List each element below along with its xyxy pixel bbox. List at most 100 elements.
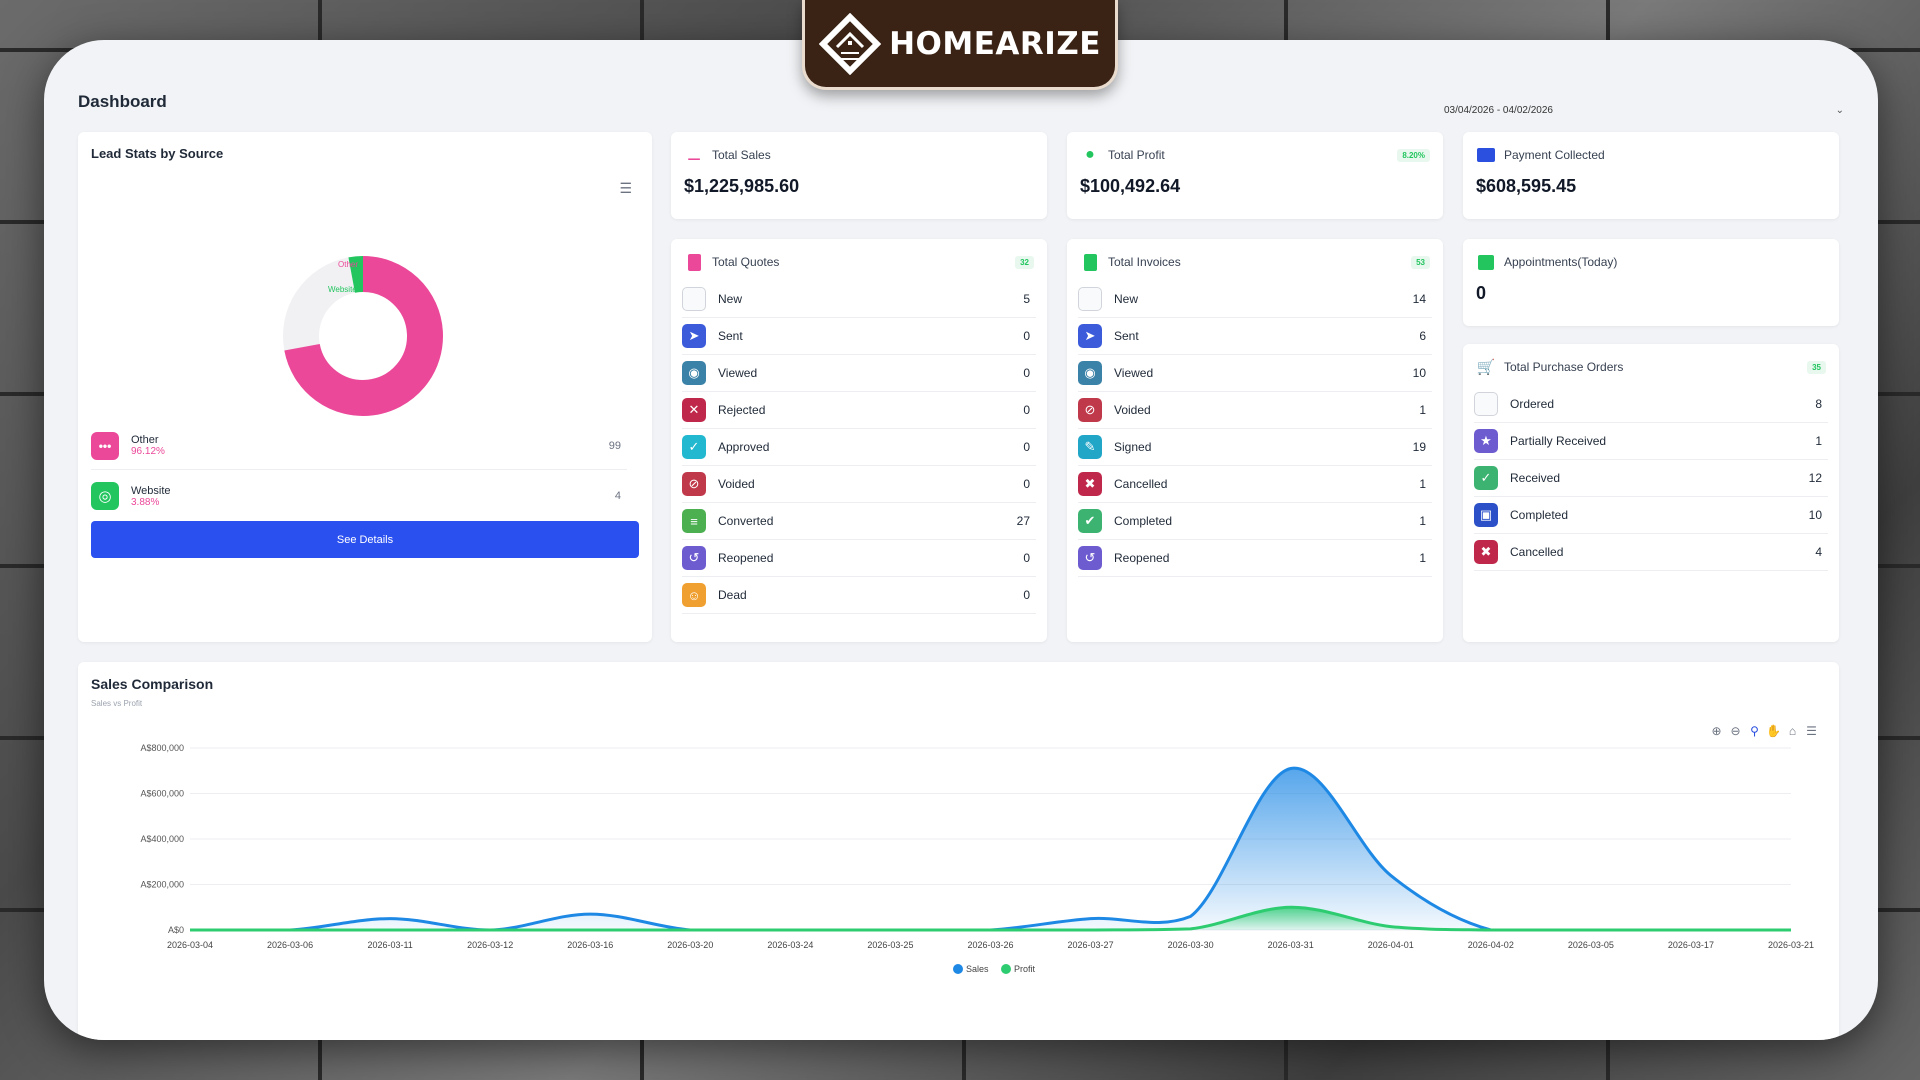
- status-count: 1: [1815, 434, 1822, 448]
- status-label: Cancelled: [1510, 545, 1564, 559]
- appointments-value: 0: [1476, 283, 1487, 303]
- x-tick-label: 2026-03-16: [567, 940, 613, 950]
- status-row-reopened[interactable]: ↺ Reopened 1: [1078, 540, 1432, 577]
- status-label: Dead: [718, 588, 747, 602]
- lead-count: 4: [614, 490, 621, 502]
- status-row-sent[interactable]: ➤ Sent 6: [1078, 318, 1432, 355]
- purchase-orders-list: Ordered 8 ★ Partially Received 1 ✓ Received 12 ▣…: [1463, 386, 1839, 571]
- status-count: 4: [1815, 545, 1822, 559]
- status-row-voided[interactable]: ⊘ Voided 0: [682, 466, 1036, 503]
- payment-collected-card: Payment Collected $608,595.45: [1463, 132, 1839, 219]
- wallet-icon: [1476, 146, 1496, 164]
- status-row-viewed[interactable]: ◉ Viewed 0: [682, 355, 1036, 392]
- series-line-sales[interactable]: [189, 766, 1791, 932]
- total-profit-card: ● Total Profit 8.20% $100,492.64: [1067, 132, 1443, 219]
- invoice-icon: [1080, 253, 1100, 271]
- sales-chart: A$0 A$200,000 A$400,000 A$600,000 A$800,000 2…: [140, 743, 1814, 974]
- lead-stats-title: Lead Stats by Source: [91, 146, 224, 161]
- date-range-picker[interactable]: 03/04/2026 - 04/02/2026 ⌄: [1444, 100, 1844, 120]
- purchase-orders-card: 🛒 Total Purchase Orders 35 Ordered 8 ★ Part…: [1463, 344, 1839, 642]
- status-count: 19: [1412, 440, 1426, 454]
- status-row-partially-received[interactable]: ★ Partially Received 1: [1474, 423, 1828, 460]
- undo-icon: ↺: [1078, 546, 1102, 570]
- x-tick-label: 2026-04-02: [1468, 940, 1514, 950]
- x-tick-label: 2026-03-05: [1568, 940, 1614, 950]
- chart-menu-icon[interactable]: ☰: [619, 180, 632, 197]
- status-label: Ordered: [1510, 397, 1555, 411]
- globe-icon: ◎: [91, 482, 119, 510]
- status-row-sent[interactable]: ➤ Sent 0: [682, 318, 1036, 355]
- status-label: Voided: [718, 477, 755, 491]
- lead-percent: 3.88%: [131, 496, 160, 508]
- lead-row-other: ••• Other 96.12% 99: [91, 422, 627, 470]
- status-row-completed[interactable]: ✔ Completed 1: [1078, 503, 1432, 540]
- status-label: Partially Received: [1510, 434, 1607, 448]
- x-tick-label: 2026-03-30: [1168, 940, 1214, 950]
- status-row-voided[interactable]: ⊘ Voided 1: [1078, 392, 1432, 429]
- piggy-bank-icon: ●: [1085, 146, 1095, 163]
- status-count: 27: [1016, 514, 1030, 528]
- status-row-received[interactable]: ✓ Received 12: [1474, 460, 1828, 497]
- x-tick-label: 2026-03-04: [167, 940, 213, 950]
- status-row-new[interactable]: New 14: [1078, 281, 1432, 318]
- status-row-new[interactable]: New 5: [682, 281, 1036, 318]
- total-sales-value: $1,225,985.60: [684, 176, 800, 196]
- brand-logo: HOMEARIZE: [802, 0, 1118, 90]
- cart-icon: 🛒: [1476, 359, 1496, 376]
- x-tick-label: 2026-03-31: [1268, 940, 1314, 950]
- status-row-reopened[interactable]: ↺ Reopened 0: [682, 540, 1036, 577]
- y-tick-label: A$200,000: [140, 880, 184, 890]
- close-icon: ✖: [1078, 472, 1102, 496]
- status-row-converted[interactable]: ≡ Converted 27: [682, 503, 1036, 540]
- x-tick-label: 2026-03-25: [867, 940, 913, 950]
- status-label: New: [718, 292, 743, 306]
- legend-marker-profit[interactable]: [1001, 964, 1011, 974]
- status-row-signed[interactable]: ✎ Signed 19: [1078, 429, 1432, 466]
- lead-name: Website: [131, 484, 171, 497]
- status-label: Signed: [1114, 440, 1152, 454]
- status-label: Reopened: [718, 551, 774, 565]
- y-tick-label: A$400,000: [140, 834, 184, 844]
- quotes-list: New 5 ➤ Sent 0 ◉ Viewed 0 ✕ Rejected 0 ✓ Approved 0 ⊘ V…: [671, 281, 1047, 614]
- file-icon: [682, 287, 706, 311]
- status-label: New: [1114, 292, 1139, 306]
- status-count: 14: [1412, 292, 1426, 306]
- status-count: 0: [1023, 551, 1030, 565]
- x-tick-label: 2026-03-11: [367, 940, 412, 950]
- status-label: Sent: [1114, 329, 1139, 343]
- signature-icon: ✎: [1078, 435, 1102, 459]
- lead-count: 99: [608, 439, 621, 452]
- brand-name: HOMEARIZE: [889, 25, 1101, 62]
- status-label: Voided: [1114, 403, 1151, 417]
- page-title: Dashboard: [78, 92, 167, 111]
- status-count: 6: [1419, 329, 1426, 343]
- status-label: Reopened: [1114, 551, 1170, 565]
- total-sales-card: ⚊ Total Sales $1,225,985.60: [671, 132, 1047, 219]
- invoices-badge: 53: [1411, 255, 1430, 269]
- status-row-dead[interactable]: ☺ Dead 0: [682, 577, 1036, 614]
- x-tick-label: 2026-03-27: [1068, 940, 1114, 950]
- status-count: 8: [1815, 397, 1822, 411]
- payment-collected-value: $608,595.45: [1476, 176, 1577, 196]
- status-count: 0: [1023, 366, 1030, 380]
- status-row-viewed[interactable]: ◉ Viewed 10: [1078, 355, 1432, 392]
- status-row-cancelled[interactable]: ✖ Cancelled 4: [1474, 534, 1828, 571]
- x-tick-label: 2026-03-17: [1668, 940, 1714, 950]
- legend-label-profit[interactable]: Profit: [1014, 964, 1036, 974]
- status-label: Received: [1510, 471, 1561, 485]
- check-icon: ✔: [1078, 509, 1102, 533]
- file-icon: [1078, 287, 1102, 311]
- status-label: Sent: [718, 329, 743, 343]
- legend-marker-sales[interactable]: [953, 964, 963, 974]
- coins-icon: ⚊: [686, 147, 702, 164]
- status-row-cancelled[interactable]: ✖ Cancelled 1: [1078, 466, 1432, 503]
- status-row-approved[interactable]: ✓ Approved 0: [682, 429, 1036, 466]
- house-logo-icon: [819, 12, 882, 75]
- status-row-ordered[interactable]: Ordered 8: [1474, 386, 1828, 423]
- status-row-rejected[interactable]: ✕ Rejected 0: [682, 392, 1036, 429]
- see-details-button[interactable]: See Details: [91, 521, 639, 558]
- legend-label-sales[interactable]: Sales: [966, 964, 989, 974]
- status-row-completed[interactable]: ▣ Completed 10: [1474, 497, 1828, 534]
- chart-subtitle: Sales vs Profit: [91, 699, 143, 708]
- status-count: 5: [1023, 292, 1030, 306]
